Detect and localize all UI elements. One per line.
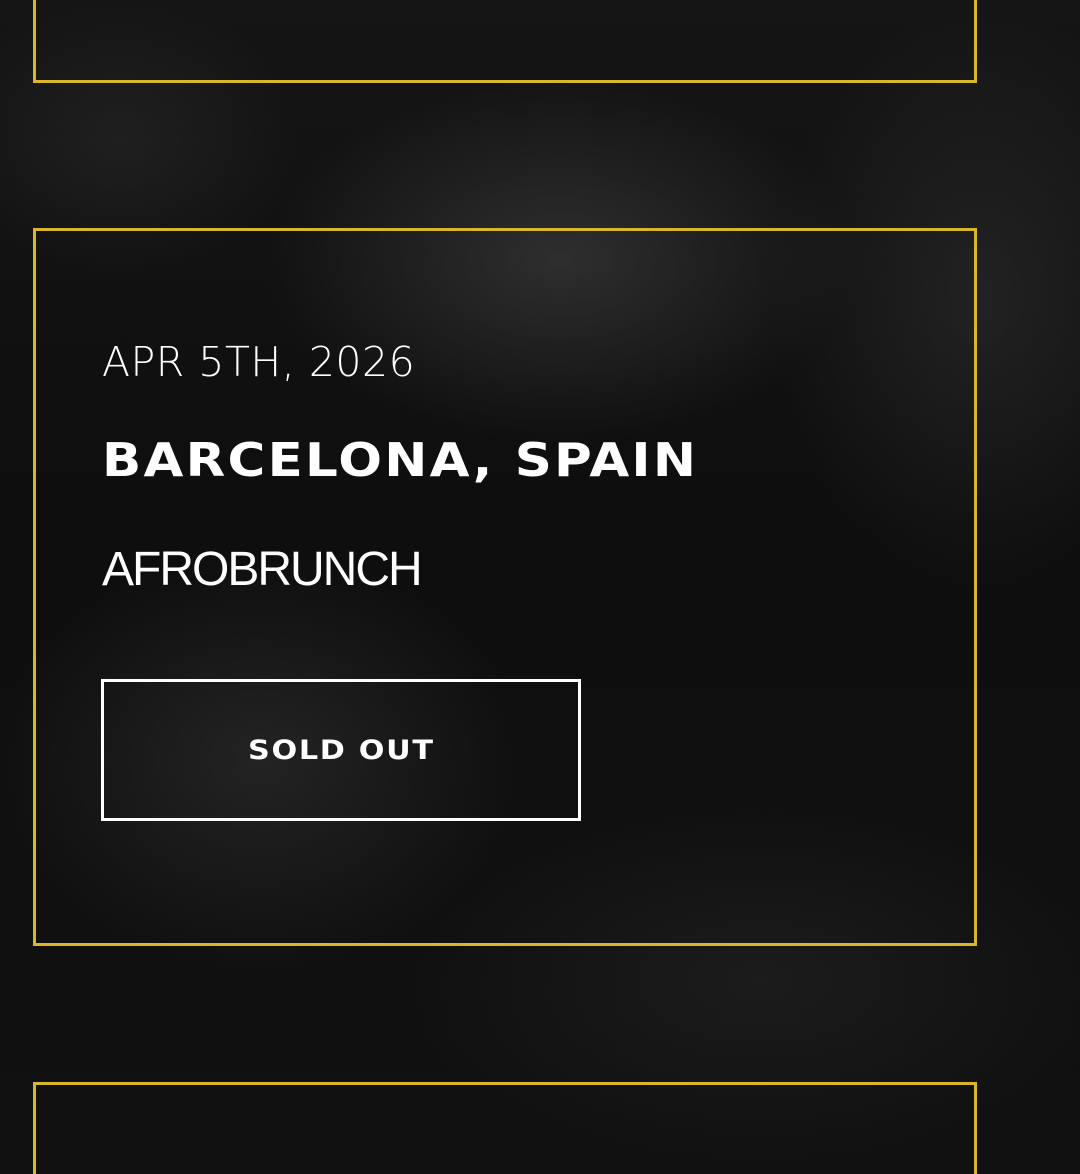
- event-location: BARCELONA, SPAIN: [102, 433, 699, 487]
- event-date: APR 5TH, 2026: [102, 338, 416, 386]
- sold-out-button[interactable]: SOLD OUT: [101, 679, 581, 821]
- event-card-next: [33, 1082, 977, 1174]
- event-card: APR 5TH, 2026 BARCELONA, SPAIN AFROBRUNC…: [33, 228, 977, 946]
- event-card-previous: [33, 0, 977, 83]
- event-name: AFROBRUNCH: [102, 543, 423, 596]
- sold-out-button-label: SOLD OUT: [247, 734, 435, 766]
